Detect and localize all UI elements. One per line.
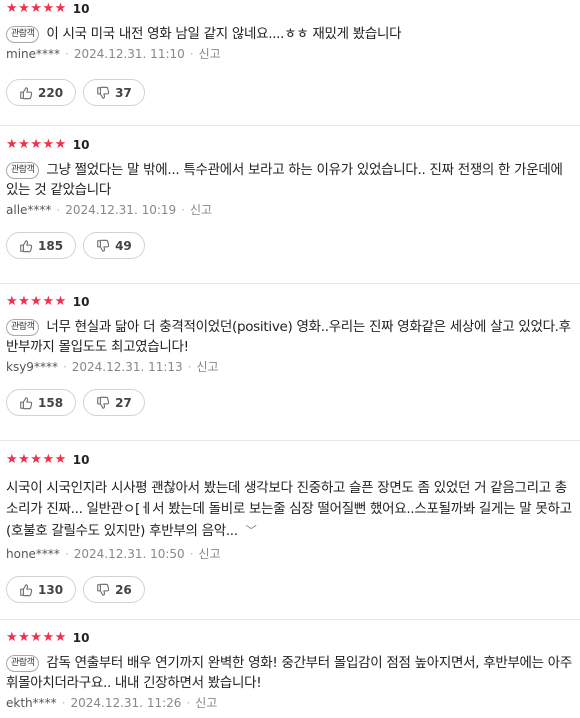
viewer-badge: 관람객	[6, 162, 40, 179]
report-link[interactable]: 신고	[190, 203, 212, 217]
report-link[interactable]: 신고	[197, 360, 219, 374]
star-icons: ★★★★★	[6, 294, 67, 309]
review-date: 2024.12.31. 11:13	[71, 360, 183, 374]
review-body: 시국이 시국인지라 시사평 괜찮아서 봤는데 생각보다 진중하고 슬픈 장면도 …	[6, 478, 574, 542]
review-date: 2024.12.31. 10:50	[73, 547, 185, 561]
like-button[interactable]: 158	[6, 389, 77, 416]
viewer-badge: 관람객	[6, 319, 40, 336]
dislike-button[interactable]: 27	[83, 389, 145, 416]
rating-row: ★★★★★ 10	[6, 137, 574, 153]
separator-dot: ·	[56, 203, 61, 217]
thumbs-up-icon	[20, 583, 33, 596]
thumbs-up-icon	[20, 239, 33, 252]
dislike-button[interactable]: 37	[83, 79, 145, 106]
expand-chevron-icon[interactable]: ﹀	[246, 520, 257, 541]
review-body: 관람객 감독 연출부터 배우 연기까지 완벽한 영화! 중간부터 몰입감이 점점 …	[6, 653, 574, 693]
review-body: 관람객 너무 현실과 닮아 더 충격적이었던(positive) 영화..우리는 …	[6, 317, 574, 357]
vote-actions: 130 26	[6, 576, 574, 603]
review-text: 시국이 시국인지라 시사평 괜찮아서 봤는데 생각보다 진중하고 슬픈 장면도 …	[6, 480, 572, 539]
separator-dot: ·	[186, 696, 191, 710]
separator-dot: ·	[61, 696, 66, 710]
like-count: 185	[38, 238, 64, 253]
vote-actions: 158 27	[6, 389, 574, 416]
separator-dot: ·	[65, 47, 69, 61]
star-rating: ★★★★★	[6, 1, 67, 17]
review-item: ★★★★★ 10 관람객 너무 현실과 닮아 더 충격적이었던(positive)…	[0, 284, 580, 441]
star-rating: ★★★★★	[6, 630, 67, 646]
author-id: ekth****	[6, 696, 57, 710]
thumbs-up-icon	[20, 396, 33, 409]
rating-row: ★★★★★ 10	[6, 630, 574, 646]
author-id: alle****	[6, 203, 52, 217]
star-rating: ★★★★★	[6, 294, 67, 310]
separator-dot: ·	[189, 547, 194, 561]
review-item: ★★★★★ 10 시국이 시국인지라 시사평 괜찮아서 봤는데 생각보다 진중하…	[0, 441, 580, 620]
rating-score: 10	[72, 295, 90, 309]
viewer-badge: 관람객	[6, 26, 40, 43]
vote-actions: 220 37	[6, 79, 574, 106]
thumbs-down-icon	[97, 239, 110, 252]
thumbs-down-icon	[97, 396, 110, 409]
review-text: 감독 연출부터 배우 연기까지 완벽한 영화! 중간부터 몰입감이 점점 높아지…	[6, 655, 573, 691]
dislike-count: 26	[115, 582, 132, 597]
separator-dot: ·	[64, 547, 69, 561]
separator-dot: ·	[189, 47, 194, 61]
review-date: 2024.12.31. 10:19	[65, 203, 177, 217]
vote-actions: 185 49	[6, 232, 574, 259]
like-count: 220	[38, 85, 64, 100]
review-body: 관람객 그냥 쩔었다는 말 밖에... 특수관에서 보라고 하는 이유가 있었습니…	[6, 160, 574, 200]
star-icons: ★★★★★	[6, 137, 67, 152]
review-meta: hone**** · 2024.12.31. 10:50 · 신고	[6, 546, 574, 562]
review-meta: ekth**** · 2024.12.31. 11:26 · 신고	[6, 695, 574, 711]
dislike-count: 37	[115, 85, 132, 100]
star-icons: ★★★★★	[6, 630, 67, 645]
review-date: 2024.12.31. 11:26	[70, 696, 182, 710]
dislike-count: 27	[115, 395, 132, 410]
like-button[interactable]: 130	[6, 576, 77, 603]
author-id: mine****	[6, 47, 61, 61]
like-count: 158	[38, 395, 64, 410]
rating-score: 10	[72, 2, 90, 16]
review-list: ★★★★★ 10 관람객 이 시국 미국 내전 영화 남일 같지 않네요....ㅎ…	[0, 0, 580, 718]
report-link[interactable]: 신고	[195, 696, 217, 710]
thumbs-up-icon	[20, 86, 33, 99]
separator-dot: ·	[181, 203, 185, 217]
like-button[interactable]: 185	[6, 232, 77, 259]
star-icons: ★★★★★	[6, 452, 67, 467]
thumbs-down-icon	[97, 86, 110, 99]
author-id: ksy9****	[6, 360, 58, 374]
review-text: 그냥 쩔었다는 말 밖에... 특수관에서 보라고 하는 이유가 있었습니다..…	[6, 162, 563, 198]
dislike-button[interactable]: 26	[83, 576, 145, 603]
rating-score: 10	[72, 453, 90, 467]
review-text: 이 시국 미국 내전 영화 남일 같지 않네요....ㅎㅎ 재밌게 봤습니다	[46, 26, 402, 42]
review-item: ★★★★★ 10 관람객 그냥 쩔었다는 말 밖에... 특수관에서 보라고 하는…	[0, 126, 580, 284]
review-date: 2024.12.31. 11:10	[73, 47, 185, 61]
report-link[interactable]: 신고	[199, 47, 221, 61]
author-id: hone****	[6, 547, 60, 561]
star-icons: ★★★★★	[6, 1, 67, 16]
rating-score: 10	[72, 138, 90, 152]
dislike-button[interactable]: 49	[83, 232, 145, 259]
viewer-badge: 관람객	[6, 655, 40, 672]
separator-dot: ·	[62, 360, 67, 374]
rating-row: ★★★★★ 10	[6, 452, 574, 468]
thumbs-down-icon	[97, 583, 110, 596]
review-meta: alle**** · 2024.12.31. 10:19 · 신고	[6, 202, 574, 218]
review-item: ★★★★★ 10 관람객 이 시국 미국 내전 영화 남일 같지 않네요....ㅎ…	[0, 0, 580, 126]
star-rating: ★★★★★	[6, 137, 67, 153]
separator-dot: ·	[187, 360, 192, 374]
dislike-count: 49	[115, 238, 132, 253]
review-meta: ksy9**** · 2024.12.31. 11:13 · 신고	[6, 359, 574, 375]
review-meta: mine**** · 2024.12.31. 11:10 · 신고	[6, 46, 574, 62]
review-text: 너무 현실과 닮아 더 충격적이었던(positive) 영화..우리는 진짜 …	[6, 319, 571, 355]
review-item: ★★★★★ 10 관람객 감독 연출부터 배우 연기까지 완벽한 영화! 중간부터…	[0, 620, 580, 718]
review-body: 관람객 이 시국 미국 내전 영화 남일 같지 않네요....ㅎㅎ 재밌게 봤습니…	[6, 24, 574, 44]
star-rating: ★★★★★	[6, 452, 67, 468]
rating-row: ★★★★★ 10	[6, 294, 574, 310]
rating-row: ★★★★★ 10	[6, 1, 574, 17]
report-link[interactable]: 신고	[199, 547, 221, 561]
like-button[interactable]: 220	[6, 79, 77, 106]
like-count: 130	[38, 582, 64, 597]
rating-score: 10	[72, 631, 90, 645]
